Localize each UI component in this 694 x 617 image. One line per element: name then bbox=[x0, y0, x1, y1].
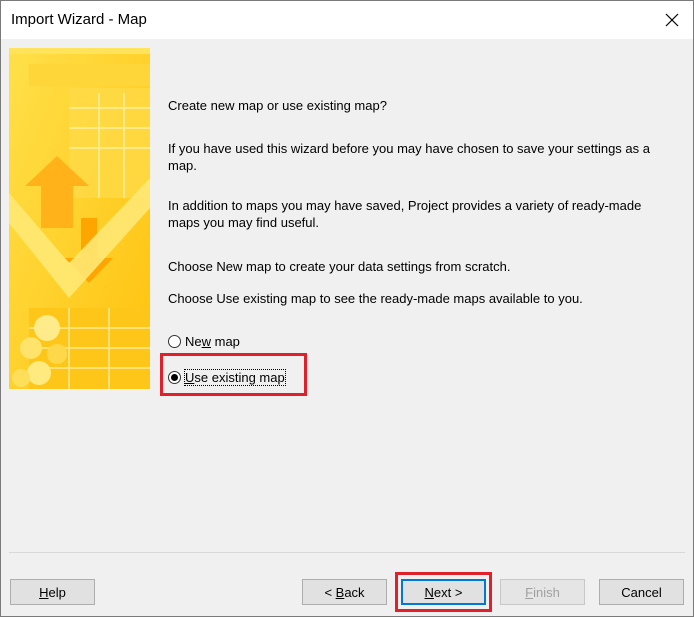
new-map-radio[interactable]: New map bbox=[168, 332, 240, 350]
info-paragraph-existing-map: Choose Use existing map to see the ready… bbox=[168, 291, 583, 306]
close-button[interactable] bbox=[659, 7, 685, 33]
radio-button-unselected[interactable] bbox=[168, 334, 181, 348]
title-bar: Import Wizard - Map bbox=[1, 1, 693, 39]
wizard-banner-graphic bbox=[9, 48, 150, 389]
close-icon bbox=[665, 13, 679, 27]
info-paragraph-ready-made: In addition to maps you may have saved, … bbox=[168, 198, 642, 230]
highlight-box-next bbox=[395, 572, 492, 612]
cancel-button[interactable]: Cancel bbox=[599, 579, 684, 605]
import-wizard-dialog: Import Wizard - Map Create new map or us… bbox=[0, 0, 694, 617]
finish-button[interactable]: Finish bbox=[500, 579, 585, 605]
info-paragraph-saved-maps: If you have used this wizard before you … bbox=[168, 141, 650, 173]
info-paragraph-new-map: Choose New map to create your data setti… bbox=[168, 259, 511, 274]
back-button[interactable]: < Back bbox=[302, 579, 387, 605]
window-title: Import Wizard - Map bbox=[11, 11, 147, 28]
wizard-heading: Create new map or use existing map? bbox=[168, 98, 387, 113]
help-button[interactable]: Help bbox=[10, 579, 95, 605]
highlight-box-existing-map bbox=[160, 353, 307, 396]
footer-separator bbox=[9, 552, 685, 553]
new-map-label: New map bbox=[185, 333, 240, 349]
